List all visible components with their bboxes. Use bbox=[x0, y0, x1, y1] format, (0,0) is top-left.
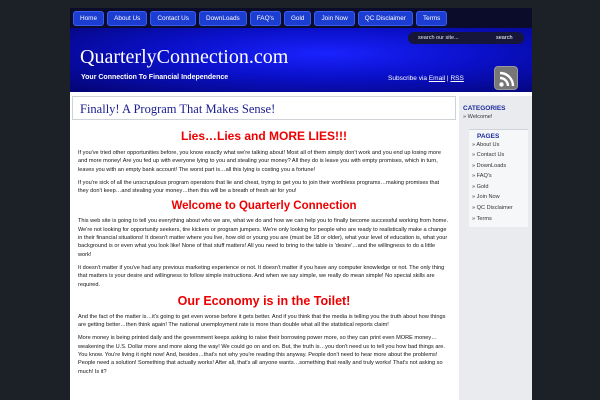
nav-gold[interactable]: Gold bbox=[283, 11, 312, 26]
subscribe-separator: | bbox=[446, 75, 449, 82]
nav-downloads[interactable]: DownLoads bbox=[198, 11, 247, 26]
site-tagline: Your Connection To Financial Independenc… bbox=[81, 74, 229, 81]
paragraph: If you've tried other opportunities befo… bbox=[78, 150, 441, 173]
sidebar-page-about-us[interactable]: » About Us bbox=[472, 140, 525, 151]
post-title-box: Finally! A Program That Makes Sense! bbox=[72, 96, 456, 120]
nav-qc-disclaimer[interactable]: QC Disclaimer bbox=[357, 11, 413, 26]
sidebar: CATEGORIES » Welcome! PAGES » About Us »… bbox=[459, 96, 532, 400]
sidebar-page-downloads[interactable]: » DownLoads bbox=[472, 161, 525, 172]
nav-home[interactable]: Home bbox=[73, 11, 105, 26]
nav-about-us[interactable]: About Us bbox=[107, 11, 148, 26]
paragraph: And the fact of the matter is…it's going… bbox=[78, 313, 446, 329]
search-button[interactable]: search bbox=[496, 35, 513, 41]
paragraph: If you're sick of all the unscrupulous p… bbox=[78, 179, 440, 195]
rss-icon[interactable] bbox=[494, 66, 518, 90]
nav-join-now[interactable]: Join Now bbox=[314, 11, 355, 26]
sidebar-page-terms[interactable]: » Terms bbox=[472, 214, 525, 225]
main-content: Finally! A Program That Makes Sense! Lie… bbox=[72, 96, 456, 400]
heading-lies: Lies…Lies and MORE LIES!!! bbox=[180, 129, 348, 143]
site-title[interactable]: QuarterlyConnection.com bbox=[80, 46, 288, 69]
sidebar-page-gold[interactable]: » Gold bbox=[472, 182, 525, 193]
nav-faqs[interactable]: FAQ's bbox=[249, 11, 281, 26]
page-wrapper: Home About Us Contact Us DownLoads FAQ's… bbox=[70, 8, 532, 400]
search-box: search our site... search bbox=[408, 32, 524, 44]
paragraph: This web site is going to tell you every… bbox=[78, 218, 449, 258]
paragraph: More money is being printed daily and th… bbox=[78, 335, 445, 375]
heading-economy: Our Economy is in the Toilet! bbox=[177, 293, 351, 308]
category-item[interactable]: » Welcome! bbox=[459, 112, 532, 123]
site-header: QuarterlyConnection.com Your Connection … bbox=[70, 28, 532, 92]
subscribe-text: Subscribe via Email | RSS bbox=[388, 75, 464, 82]
pages-heading: PAGES bbox=[477, 132, 500, 140]
subscribe-rss-link[interactable]: RSS bbox=[450, 75, 463, 82]
sidebar-page-join-now[interactable]: » Join Now bbox=[472, 192, 525, 203]
paragraph: It doesn't matter if you've had any prev… bbox=[78, 264, 445, 288]
heading-welcome: Welcome to Quarterly Connection bbox=[171, 200, 357, 213]
sidebar-page-contact-us[interactable]: » Contact Us bbox=[472, 150, 525, 161]
nav-contact-us[interactable]: Contact Us bbox=[150, 11, 196, 26]
nav-terms[interactable]: Terms bbox=[415, 11, 448, 26]
categories-heading: CATEGORIES bbox=[463, 105, 506, 112]
pages-widget: PAGES » About Us » Contact Us » DownLoad… bbox=[469, 128, 528, 228]
top-nav: Home About Us Contact Us DownLoads FAQ's… bbox=[70, 8, 532, 28]
subscribe-email-link[interactable]: Email bbox=[429, 75, 445, 82]
post-title[interactable]: Finally! A Program That Makes Sense! bbox=[80, 102, 448, 117]
subscribe-label: Subscribe via bbox=[388, 75, 428, 82]
sidebar-page-faqs[interactable]: » FAQ's bbox=[472, 171, 525, 182]
sidebar-page-qc-disclaimer[interactable]: » QC Disclaimer bbox=[472, 203, 525, 214]
post-body: Lies…Lies and MORE LIES!!! If you've tri… bbox=[72, 120, 456, 385]
search-input[interactable]: search our site... bbox=[418, 35, 459, 41]
